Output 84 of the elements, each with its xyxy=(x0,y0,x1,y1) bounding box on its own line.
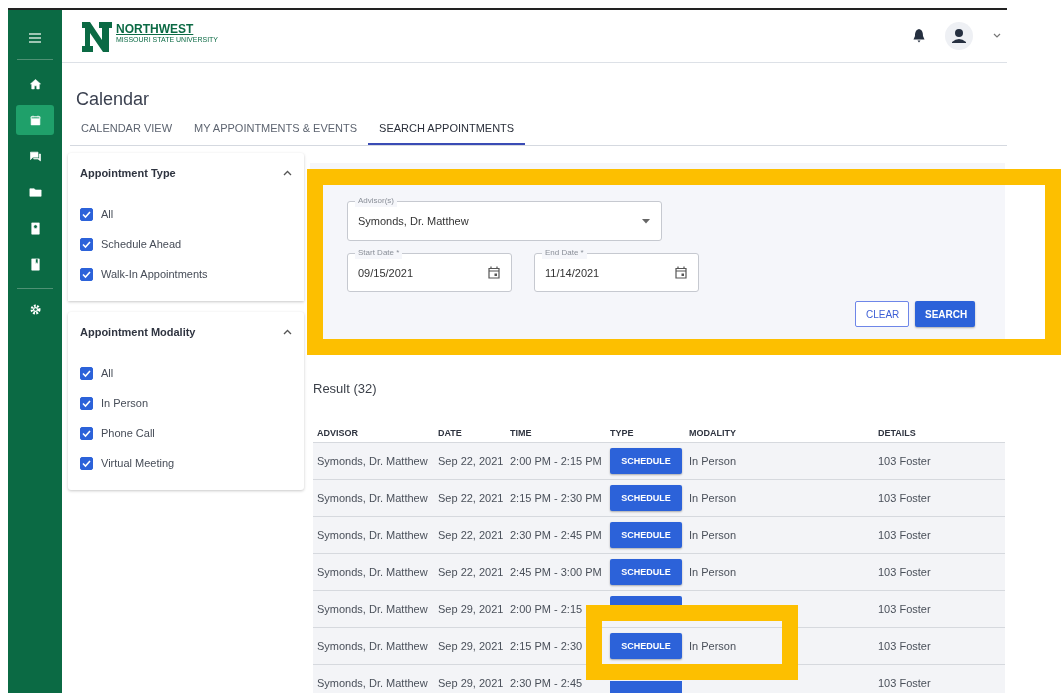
table-cell: In Person xyxy=(689,640,737,652)
field-label: Start Date * xyxy=(355,247,403,259)
table-cell: Sep 22, 2021 xyxy=(438,529,504,541)
checkbox[interactable] xyxy=(80,426,93,440)
checkbox[interactable] xyxy=(80,366,93,380)
schedule-button[interactable] xyxy=(610,596,682,606)
checkbox[interactable] xyxy=(80,396,93,410)
table-cell: 2:00 PM - 2:15 xyxy=(510,603,583,615)
page-title: Calendar xyxy=(76,89,151,110)
avatar-icon[interactable] xyxy=(945,22,973,50)
schedule-button[interactable]: SCHEDULE xyxy=(610,448,682,474)
chat-icon xyxy=(27,148,43,164)
brand-name: NORTHWEST xyxy=(116,23,195,36)
dropdown-icon xyxy=(642,218,650,224)
calendar-icon[interactable] xyxy=(675,266,687,279)
chevron-icon[interactable] xyxy=(283,329,292,335)
table-cell: 103 Foster xyxy=(878,492,931,504)
option-label: Walk-In Appointments xyxy=(101,268,208,280)
column-header: DATE xyxy=(438,428,462,438)
schedule-button[interactable]: SCHEDULE xyxy=(610,485,682,511)
table-cell: 2:30 PM - 2:45 PM xyxy=(510,529,602,541)
table-cell: Symonds, Dr. Matthew xyxy=(317,640,428,652)
table-cell: 2:15 PM - 2:30 PM xyxy=(510,492,602,504)
table-cell: Symonds, Dr. Matthew xyxy=(317,566,428,578)
table-cell: In Person xyxy=(689,492,737,504)
table-cell: Symonds, Dr. Matthew xyxy=(317,455,428,467)
schedule-button[interactable]: SCHEDULE xyxy=(610,559,682,585)
option-label: Virtual Meeting xyxy=(101,457,175,469)
table-cell: 2:30 PM - 2:45 xyxy=(510,677,583,689)
table-cell: Symonds, Dr. Matthew xyxy=(317,677,428,689)
option-label: All xyxy=(101,367,114,379)
checkbox[interactable] xyxy=(80,207,93,221)
checkbox[interactable] xyxy=(80,456,93,470)
table-cell: Symonds, Dr. Matthew xyxy=(317,492,428,504)
column-header: MODALITY xyxy=(689,428,736,438)
table-cell: 103 Foster xyxy=(878,455,931,467)
tab[interactable]: SEARCH APPOINTMENTS xyxy=(368,118,526,145)
schedule-button[interactable]: SCHEDULE xyxy=(610,633,682,659)
table-cell: 103 Foster xyxy=(878,677,931,689)
column-header: DETAILS xyxy=(878,428,916,438)
chevron-down-icon[interactable] xyxy=(993,33,1001,39)
checkbox[interactable] xyxy=(80,267,93,281)
table-cell: Symonds, Dr. Matthew xyxy=(317,603,428,615)
tab[interactable]: CALENDAR VIEW xyxy=(70,118,184,145)
table-cell: 2:00 PM - 2:15 PM xyxy=(510,455,602,467)
table-cell: Sep 22, 2021 xyxy=(438,566,504,578)
nav-item[interactable] xyxy=(16,105,54,135)
column-header: TIME xyxy=(510,428,532,438)
table-cell: Symonds, Dr. Matthew xyxy=(317,529,428,541)
chevron-icon[interactable] xyxy=(283,170,292,176)
search-button[interactable]: SEARCH xyxy=(915,301,975,327)
table-cell: Sep 29, 2021 xyxy=(438,603,504,615)
filter-title: Appointment Modality xyxy=(80,326,196,338)
table-cell: Sep 29, 2021 xyxy=(438,640,504,652)
tab[interactable]: MY APPOINTMENTS & EVENTS xyxy=(183,118,369,145)
calendar-icon[interactable] xyxy=(488,266,500,279)
table-cell: 103 Foster xyxy=(878,529,931,541)
result-heading: Result (32) xyxy=(313,381,378,396)
table-cell: Sep 29, 2021 xyxy=(438,677,504,689)
table-cell: In Person xyxy=(689,455,737,467)
option-label: Phone Call xyxy=(101,427,155,439)
table-cell: 2:45 PM - 3:00 PM xyxy=(510,566,602,578)
table-cell: In Person xyxy=(689,566,737,578)
column-header: ADVISOR xyxy=(317,428,358,438)
table-cell: 2:15 PM - 2:30 xyxy=(510,640,583,652)
home-icon xyxy=(27,76,43,92)
field-label: End Date * xyxy=(542,247,587,259)
table-cell: Sep 22, 2021 xyxy=(438,455,504,467)
schedule-button[interactable]: SCHEDULE xyxy=(610,522,682,548)
filter-title: Appointment Type xyxy=(80,167,176,179)
bell-icon[interactable] xyxy=(913,29,925,43)
option-label: All xyxy=(101,208,114,220)
option-label: In Person xyxy=(101,397,149,409)
table-cell: 103 Foster xyxy=(878,640,931,652)
field-label: Advisor(s) xyxy=(355,195,397,207)
table-cell: 103 Foster xyxy=(878,566,931,578)
menu-icon[interactable] xyxy=(27,30,43,46)
table-cell: 103 Foster xyxy=(878,603,931,615)
table-cell: In Person xyxy=(689,529,737,541)
table-cell: Sep 22, 2021 xyxy=(438,492,504,504)
column-header: TYPE xyxy=(610,428,634,438)
checkbox[interactable] xyxy=(80,237,93,251)
clear-button[interactable]: CLEAR xyxy=(855,301,909,327)
option-label: Schedule Ahead xyxy=(101,238,182,250)
